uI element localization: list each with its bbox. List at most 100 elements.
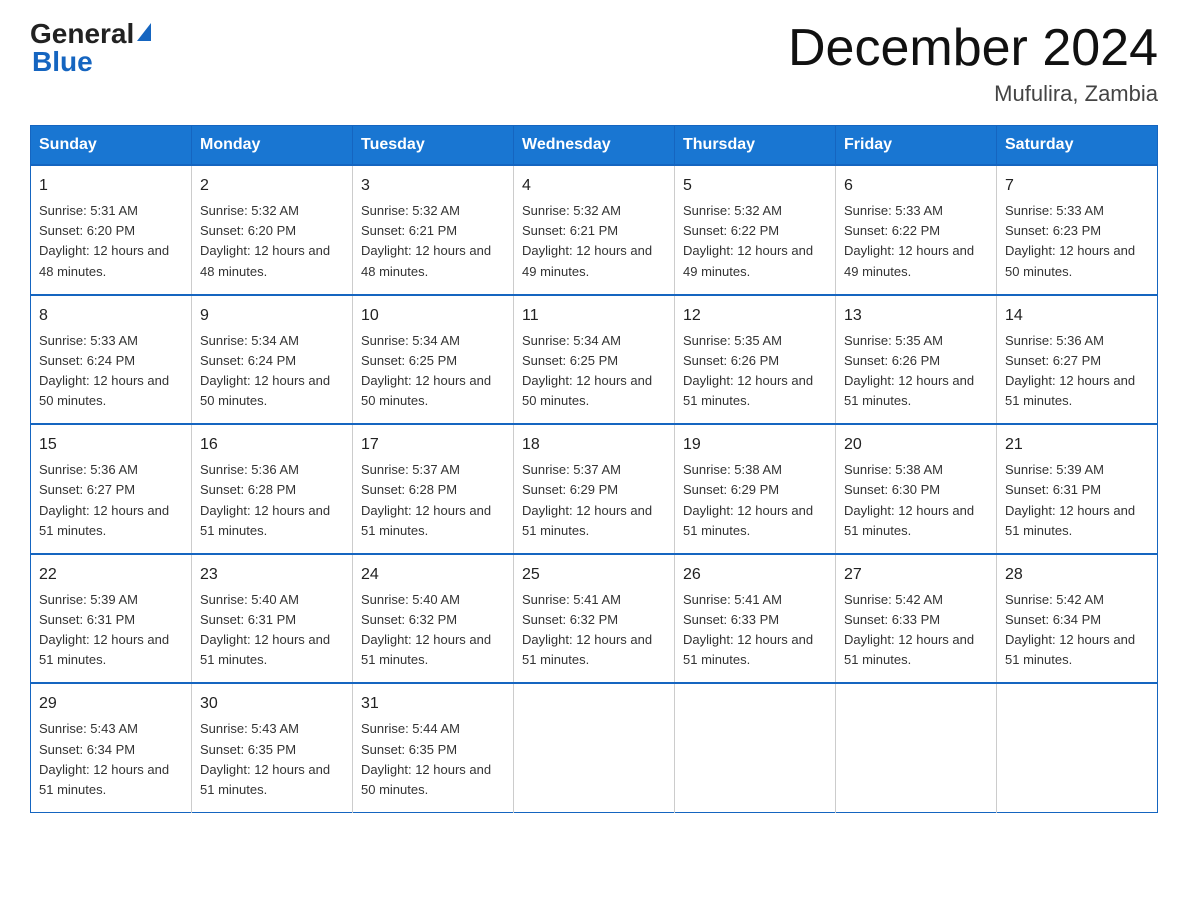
day-number: 31 (361, 692, 505, 716)
day-number: 7 (1005, 174, 1149, 198)
day-number: 20 (844, 433, 988, 457)
day-info: Sunrise: 5:34 AMSunset: 6:25 PMDaylight:… (522, 331, 666, 412)
calendar-cell: 5 Sunrise: 5:32 AMSunset: 6:22 PMDaylight… (675, 165, 836, 295)
calendar-table: SundayMondayTuesdayWednesdayThursdayFrid… (30, 125, 1158, 813)
day-info: Sunrise: 5:36 AMSunset: 6:27 PMDaylight:… (39, 460, 183, 541)
day-number: 1 (39, 174, 183, 198)
day-info: Sunrise: 5:38 AMSunset: 6:29 PMDaylight:… (683, 460, 827, 541)
calendar-cell: 11 Sunrise: 5:34 AMSunset: 6:25 PMDayligh… (514, 295, 675, 425)
calendar-cell: 2 Sunrise: 5:32 AMSunset: 6:20 PMDaylight… (192, 165, 353, 295)
calendar-cell: 16Sunrise: 5:36 AMSunset: 6:28 PMDayligh… (192, 424, 353, 554)
day-number: 29 (39, 692, 183, 716)
calendar-cell: 30 Sunrise: 5:43 AMSunset: 6:35 PMDayligh… (192, 683, 353, 812)
calendar-cell: 29Sunrise: 5:43 AMSunset: 6:34 PMDayligh… (31, 683, 192, 812)
calendar-cell: 13 Sunrise: 5:35 AMSunset: 6:26 PMDayligh… (836, 295, 997, 425)
day-number: 10 (361, 304, 505, 328)
title-block: December 2024 Mufulira, Zambia (788, 20, 1158, 107)
day-info: Sunrise: 5:42 AMSunset: 6:34 PMDaylight:… (1005, 590, 1149, 671)
calendar-header-saturday: Saturday (997, 126, 1158, 166)
day-info: Sunrise: 5:41 AMSunset: 6:33 PMDaylight:… (683, 590, 827, 671)
calendar-cell: 31Sunrise: 5:44 AMSunset: 6:35 PMDayligh… (353, 683, 514, 812)
logo-triangle-icon (137, 23, 151, 41)
day-info: Sunrise: 5:38 AMSunset: 6:30 PMDaylight:… (844, 460, 988, 541)
day-info: Sunrise: 5:33 AMSunset: 6:22 PMDaylight:… (844, 201, 988, 282)
day-info: Sunrise: 5:35 AMSunset: 6:26 PMDaylight:… (844, 331, 988, 412)
day-number: 6 (844, 174, 988, 198)
day-number: 28 (1005, 563, 1149, 587)
calendar-cell: 21 Sunrise: 5:39 AMSunset: 6:31 PMDayligh… (997, 424, 1158, 554)
day-number: 14 (1005, 304, 1149, 328)
calendar-cell: 1 Sunrise: 5:31 AMSunset: 6:20 PMDaylight… (31, 165, 192, 295)
calendar-header: SundayMondayTuesdayWednesdayThursdayFrid… (31, 126, 1158, 166)
day-info: Sunrise: 5:33 AMSunset: 6:24 PMDaylight:… (39, 331, 183, 412)
calendar-cell: 23 Sunrise: 5:40 AMSunset: 6:31 PMDayligh… (192, 554, 353, 684)
calendar-cell: 20 Sunrise: 5:38 AMSunset: 6:30 PMDayligh… (836, 424, 997, 554)
day-info: Sunrise: 5:40 AMSunset: 6:31 PMDaylight:… (200, 590, 344, 671)
day-info: Sunrise: 5:37 AMSunset: 6:29 PMDaylight:… (522, 460, 666, 541)
day-info: Sunrise: 5:42 AMSunset: 6:33 PMDaylight:… (844, 590, 988, 671)
day-number: 24 (361, 563, 505, 587)
calendar-cell: 25Sunrise: 5:41 AMSunset: 6:32 PMDayligh… (514, 554, 675, 684)
calendar-cell: 3 Sunrise: 5:32 AMSunset: 6:21 PMDaylight… (353, 165, 514, 295)
calendar-cell: 22 Sunrise: 5:39 AMSunset: 6:31 PMDayligh… (31, 554, 192, 684)
calendar-cell: 12 Sunrise: 5:35 AMSunset: 6:26 PMDayligh… (675, 295, 836, 425)
day-number: 19 (683, 433, 827, 457)
calendar-header-tuesday: Tuesday (353, 126, 514, 166)
calendar-cell: 9Sunrise: 5:34 AMSunset: 6:24 PMDaylight… (192, 295, 353, 425)
day-info: Sunrise: 5:34 AMSunset: 6:25 PMDaylight:… (361, 331, 505, 412)
day-number: 16 (200, 433, 344, 457)
calendar-cell (997, 683, 1158, 812)
day-number: 4 (522, 174, 666, 198)
calendar-cell: 28 Sunrise: 5:42 AMSunset: 6:34 PMDayligh… (997, 554, 1158, 684)
page-header: General Blue December 2024 Mufulira, Zam… (30, 20, 1158, 107)
day-info: Sunrise: 5:32 AMSunset: 6:22 PMDaylight:… (683, 201, 827, 282)
day-info: Sunrise: 5:31 AMSunset: 6:20 PMDaylight:… (39, 201, 183, 282)
calendar-cell: 15Sunrise: 5:36 AMSunset: 6:27 PMDayligh… (31, 424, 192, 554)
day-number: 13 (844, 304, 988, 328)
day-number: 5 (683, 174, 827, 198)
page-subtitle: Mufulira, Zambia (788, 81, 1158, 107)
day-number: 9 (200, 304, 344, 328)
calendar-cell: 27 Sunrise: 5:42 AMSunset: 6:33 PMDayligh… (836, 554, 997, 684)
day-info: Sunrise: 5:43 AMSunset: 6:35 PMDaylight:… (200, 719, 344, 800)
day-number: 22 (39, 563, 183, 587)
calendar-cell: 7 Sunrise: 5:33 AMSunset: 6:23 PMDaylight… (997, 165, 1158, 295)
day-number: 8 (39, 304, 183, 328)
day-number: 23 (200, 563, 344, 587)
day-info: Sunrise: 5:36 AMSunset: 6:27 PMDaylight:… (1005, 331, 1149, 412)
day-info: Sunrise: 5:33 AMSunset: 6:23 PMDaylight:… (1005, 201, 1149, 282)
calendar-week-1: 1 Sunrise: 5:31 AMSunset: 6:20 PMDaylight… (31, 165, 1158, 295)
day-info: Sunrise: 5:32 AMSunset: 6:21 PMDaylight:… (361, 201, 505, 282)
calendar-cell: 6 Sunrise: 5:33 AMSunset: 6:22 PMDaylight… (836, 165, 997, 295)
logo-general-text: General (30, 20, 134, 48)
day-info: Sunrise: 5:41 AMSunset: 6:32 PMDaylight:… (522, 590, 666, 671)
day-number: 26 (683, 563, 827, 587)
day-number: 21 (1005, 433, 1149, 457)
day-number: 11 (522, 304, 666, 328)
day-number: 3 (361, 174, 505, 198)
calendar-cell (514, 683, 675, 812)
day-number: 17 (361, 433, 505, 457)
calendar-header-wednesday: Wednesday (514, 126, 675, 166)
calendar-header-thursday: Thursday (675, 126, 836, 166)
calendar-cell (836, 683, 997, 812)
calendar-week-2: 8 Sunrise: 5:33 AMSunset: 6:24 PMDaylight… (31, 295, 1158, 425)
calendar-cell: 14 Sunrise: 5:36 AMSunset: 6:27 PMDayligh… (997, 295, 1158, 425)
day-number: 30 (200, 692, 344, 716)
day-number: 12 (683, 304, 827, 328)
calendar-cell: 8 Sunrise: 5:33 AMSunset: 6:24 PMDaylight… (31, 295, 192, 425)
day-info: Sunrise: 5:32 AMSunset: 6:20 PMDaylight:… (200, 201, 344, 282)
day-info: Sunrise: 5:39 AMSunset: 6:31 PMDaylight:… (39, 590, 183, 671)
day-info: Sunrise: 5:39 AMSunset: 6:31 PMDaylight:… (1005, 460, 1149, 541)
page-title: December 2024 (788, 20, 1158, 77)
calendar-week-3: 15Sunrise: 5:36 AMSunset: 6:27 PMDayligh… (31, 424, 1158, 554)
logo: General Blue (30, 20, 151, 78)
day-number: 27 (844, 563, 988, 587)
day-number: 2 (200, 174, 344, 198)
day-info: Sunrise: 5:35 AMSunset: 6:26 PMDaylight:… (683, 331, 827, 412)
day-info: Sunrise: 5:32 AMSunset: 6:21 PMDaylight:… (522, 201, 666, 282)
calendar-cell: 26 Sunrise: 5:41 AMSunset: 6:33 PMDayligh… (675, 554, 836, 684)
logo-blue-text: Blue (30, 46, 93, 78)
calendar-cell: 24Sunrise: 5:40 AMSunset: 6:32 PMDayligh… (353, 554, 514, 684)
calendar-header-sunday: Sunday (31, 126, 192, 166)
